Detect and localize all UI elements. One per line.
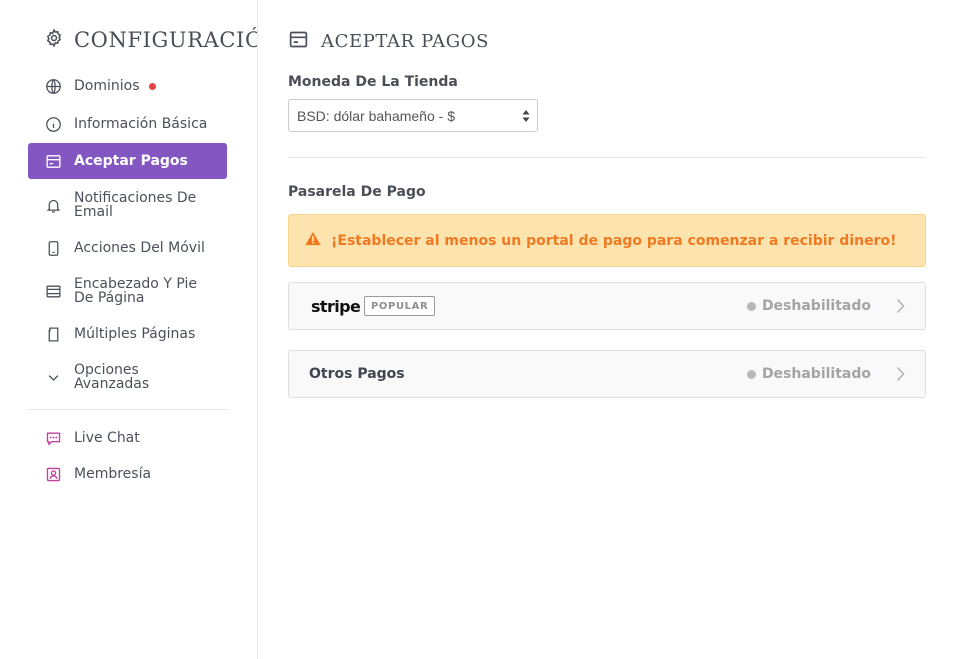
card-icon	[44, 152, 62, 170]
status-text: Deshabilitado	[761, 298, 871, 314]
sidebar-title: CONFIGURACIÓN	[44, 26, 257, 54]
sidebar: CONFIGURACIÓN Dominios Información Básic	[0, 0, 258, 659]
sidebar-item-label: Notificaciones De Email	[74, 190, 197, 220]
status-dot	[746, 301, 756, 311]
select-arrows-icon	[522, 109, 530, 123]
gateway-row-stripe[interactable]: stripe POPULAR Deshabilitado	[288, 282, 926, 330]
sidebar-title-text: CONFIGURACIÓN	[74, 28, 257, 52]
chevron-right-icon	[896, 366, 905, 386]
gateway-label: Pasarela De Pago	[288, 184, 426, 200]
mobile-icon	[44, 239, 62, 257]
sidebar-item-live-chat[interactable]: Live Chat	[28, 426, 227, 450]
info-icon	[44, 115, 62, 133]
status-indicator: Deshabilitado	[746, 298, 871, 314]
sidebar-item-label: Encabezado Y Pie De Página	[74, 276, 197, 306]
gear-icon	[44, 28, 64, 52]
chevron-right-icon	[896, 298, 905, 318]
card-icon	[288, 29, 309, 54]
sidebar-item-informacion-basica[interactable]: Información Básica	[28, 112, 227, 136]
sidebar-item-multiples-paginas[interactable]: Múltiples Páginas	[28, 322, 227, 346]
gateway-name: Otros Pagos	[309, 366, 405, 382]
page-title: ACEPTAR PAGOS	[288, 28, 489, 54]
status-indicator: Deshabilitado	[746, 366, 871, 382]
sidebar-item-label: Acciones Del Móvil	[74, 240, 205, 256]
layout-icon	[44, 282, 62, 300]
status-text: Deshabilitado	[761, 366, 871, 382]
warning-alert: ¡Establecer al menos un portal de pago p…	[288, 214, 926, 267]
sidebar-item-label: Opciones Avanzadas	[74, 362, 150, 392]
sidebar-item-label: Dominios	[74, 78, 140, 94]
sidebar-item-opciones-avanzadas[interactable]: Opciones Avanzadas	[28, 362, 227, 392]
sidebar-item-label: Membresía	[74, 466, 152, 482]
currency-select-value: BSD: dólar bahameño - $	[297, 107, 455, 124]
sidebar-item-acciones-movil[interactable]: Acciones Del Móvil	[28, 236, 227, 260]
sidebar-item-dominios[interactable]: Dominios	[28, 74, 227, 98]
warning-icon	[305, 231, 321, 250]
stripe-logo: stripe	[311, 296, 361, 316]
page-title-text: ACEPTAR PAGOS	[321, 30, 490, 52]
currency-select[interactable]: BSD: dólar bahameño - $	[288, 99, 538, 132]
sidebar-item-label: Información Básica	[74, 116, 208, 132]
sidebar-item-notificaciones[interactable]: Notificaciones De Email	[28, 190, 227, 220]
sidebar-item-label: Múltiples Páginas	[74, 326, 196, 342]
status-dot	[746, 369, 756, 379]
sidebar-item-label: Live Chat	[74, 430, 140, 446]
member-icon	[44, 465, 62, 483]
sidebar-item-aceptar-pagos[interactable]: Aceptar Pagos	[28, 143, 227, 179]
gateway-row-otros-pagos[interactable]: Otros Pagos Deshabilitado	[288, 350, 926, 398]
currency-label: Moneda De La Tienda	[288, 74, 458, 90]
pages-icon	[44, 325, 62, 343]
sidebar-divider	[28, 409, 228, 410]
popular-badge: POPULAR	[364, 296, 436, 316]
chat-icon	[44, 429, 62, 447]
alert-text: ¡Establecer al menos un portal de pago p…	[331, 232, 897, 249]
globe-icon	[44, 77, 62, 95]
notification-dot	[148, 82, 156, 90]
sidebar-item-encabezado[interactable]: Encabezado Y Pie De Página	[28, 276, 227, 306]
sidebar-item-membresia[interactable]: Membresía	[28, 462, 227, 486]
section-divider	[288, 157, 926, 158]
sidebar-item-label: Aceptar Pagos	[74, 153, 188, 169]
bell-icon	[44, 196, 62, 214]
chevron-down-icon	[44, 368, 62, 386]
